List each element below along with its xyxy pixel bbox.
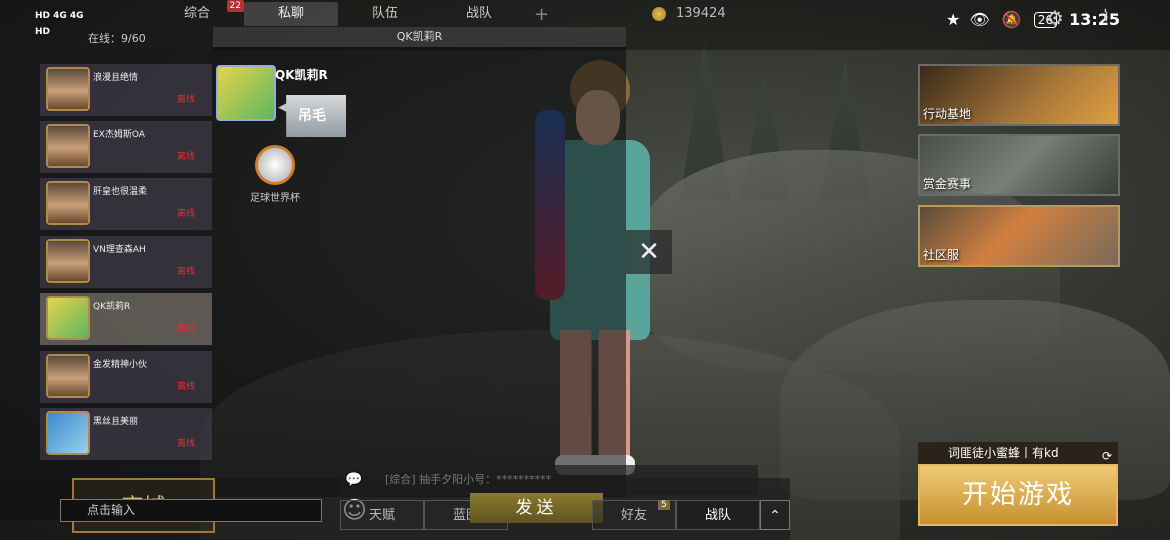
avatar [46, 67, 90, 111]
soccer-ball-icon [255, 145, 295, 185]
bounty-event-button[interactable]: 赏金赛事 [918, 134, 1120, 196]
friend-item[interactable]: EX杰姆斯OA 离线 [40, 121, 212, 173]
friend-item-selected[interactable]: QK凯莉R 离线 [40, 293, 212, 345]
message-preview: [综合] 抽手夕阳小号：********** [340, 465, 758, 495]
bell-off-icon: 🔕 [1001, 10, 1022, 29]
friend-item[interactable]: 肝皇也很温柔 离线 [40, 178, 212, 230]
community-server-button[interactable]: 社区服 [918, 205, 1120, 267]
talent-button[interactable]: 天赋 [340, 500, 424, 530]
close-icon[interactable]: ✕ [626, 230, 672, 274]
team-name-bar[interactable]: 词匪徒小蜜蜂丨有kd ⟳ [918, 442, 1118, 464]
chat-message-bubble: 吊毛 [278, 95, 346, 137]
chat-bubble-icon: 💬 [345, 472, 363, 488]
squad-button[interactable]: 战队 [676, 500, 760, 530]
online-count: 在线：9/60 [88, 32, 146, 45]
chat-sender-name: QK凯莉R [275, 68, 328, 82]
chat-sender-avatar[interactable] [216, 65, 276, 121]
tab-team[interactable]: 队伍 [338, 2, 432, 26]
currency-display: 139424 [652, 6, 726, 21]
chat-tabs: 综合 22 私聊 队伍 战队 + [150, 0, 557, 26]
action-base-button[interactable]: 行动基地 [918, 64, 1120, 126]
clock: 13:25 [1069, 10, 1120, 29]
avatar [46, 354, 90, 398]
friend-item[interactable]: 黑丝且美丽 离线 [40, 408, 212, 460]
coin-icon [652, 6, 666, 21]
friend-item[interactable]: 金发精神小伙 离线 [40, 351, 212, 403]
avatar [46, 296, 90, 340]
send-button[interactable]: 发送 [470, 493, 603, 523]
wifi-icon: ⌇ [1102, 6, 1110, 25]
tab-squad[interactable]: 战队 [432, 2, 526, 26]
friends-badge: 5 [658, 500, 670, 510]
star-icon: ★ [946, 10, 961, 29]
friend-item[interactable]: VN理查森AH 离线 [40, 236, 212, 288]
avatar [46, 181, 90, 225]
start-game-button[interactable]: 开始游戏 [918, 464, 1118, 526]
tab-general[interactable]: 综合 22 [150, 0, 244, 26]
chat-title: QK凯莉R [213, 27, 626, 47]
eye-icon: 👁 [969, 10, 990, 29]
friend-item[interactable]: 浪漫且绝情 离线 [40, 64, 212, 116]
tab-private[interactable]: 私聊 [244, 2, 338, 26]
chevron-up-icon[interactable]: ⌃ [760, 500, 790, 530]
world-cup-badge: 足球世界杯 [245, 145, 305, 207]
unread-badge: 22 [226, 0, 244, 12]
network-indicators: HD 4G 4G HD [35, 11, 84, 37]
avatar [46, 124, 90, 168]
chat-input[interactable]: 点击输入 [60, 499, 322, 522]
add-icon[interactable]: + [534, 4, 549, 25]
avatar [46, 239, 90, 283]
settings-gear-icon[interactable]: ⚙ [1046, 6, 1064, 30]
avatar [46, 411, 90, 455]
